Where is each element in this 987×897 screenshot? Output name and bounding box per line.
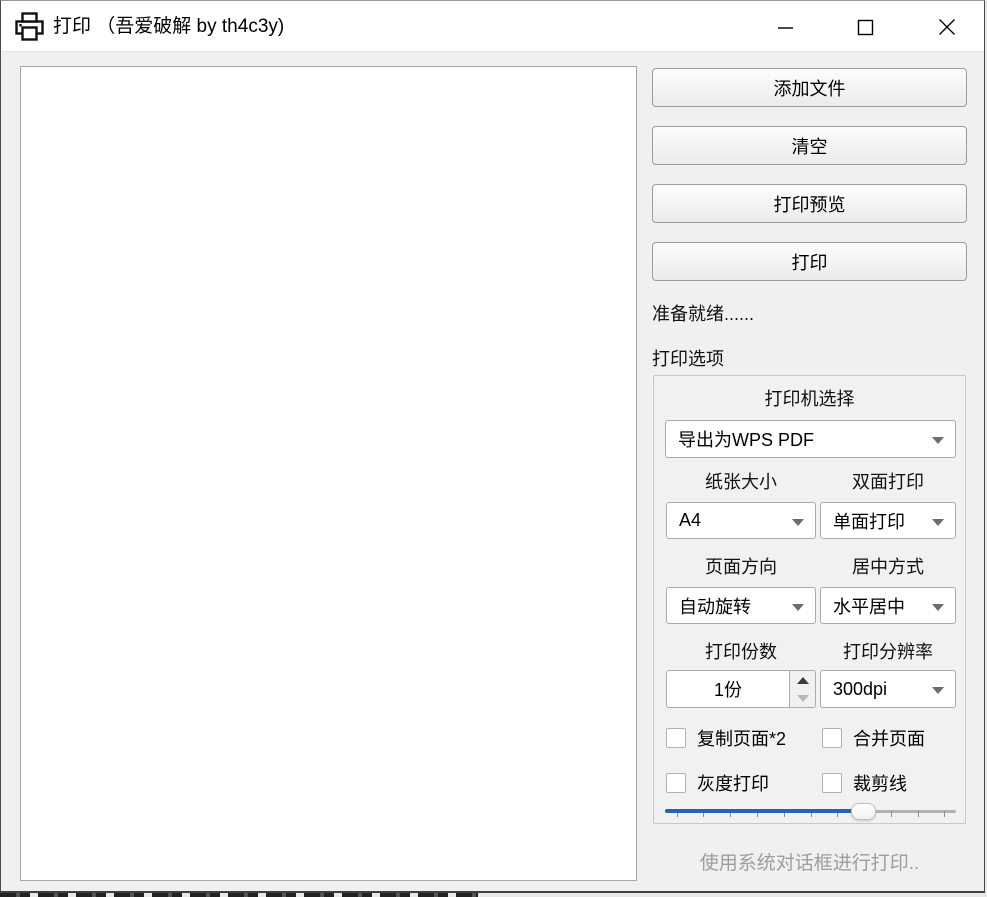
- clear-button[interactable]: 清空: [652, 126, 967, 165]
- chevron-down-icon: [932, 437, 944, 444]
- centering-label: 居中方式: [820, 553, 956, 579]
- print-preview-button[interactable]: 打印预览: [652, 184, 967, 223]
- spinner-buttons: [789, 671, 815, 707]
- checkbox-label: 裁剪线: [853, 770, 907, 796]
- checkbox-box[interactable]: [666, 728, 686, 748]
- orientation-value: 自动旋转: [679, 593, 751, 619]
- checkbox-label: 复制页面*2: [697, 725, 786, 751]
- minimize-icon: [777, 19, 794, 36]
- printer-select-dropdown[interactable]: 导出为WPS PDF: [665, 420, 956, 458]
- printer-select-value: 导出为WPS PDF: [678, 426, 814, 452]
- orientation-label: 页面方向: [666, 553, 816, 579]
- copies-spinner[interactable]: 1份: [666, 670, 816, 708]
- copies-value: 1份: [667, 671, 789, 707]
- window-title: 打印 （吾爱破解 by th4c3y): [53, 1, 284, 52]
- status-text: 准备就绪......: [652, 300, 754, 326]
- copies-label: 打印份数: [666, 638, 816, 664]
- slider-handle[interactable]: [851, 803, 876, 820]
- resolution-dropdown[interactable]: 300dpi: [820, 670, 956, 708]
- scale-slider[interactable]: [665, 802, 956, 822]
- chevron-down-icon: [792, 604, 804, 611]
- checkbox-crop-marks[interactable]: 裁剪线: [822, 770, 907, 796]
- printer-icon: [13, 10, 46, 43]
- maximize-button[interactable]: [848, 11, 882, 43]
- spinner-down-button[interactable]: [790, 689, 815, 707]
- checkbox-merge-pages[interactable]: 合并页面: [822, 725, 925, 751]
- maximize-icon: [857, 19, 874, 36]
- paper-size-value: A4: [679, 510, 701, 531]
- close-icon: [938, 18, 956, 36]
- centering-value: 水平居中: [833, 593, 905, 619]
- occluded-window-fragment: [0, 893, 478, 897]
- orientation-dropdown[interactable]: 自动旋转: [666, 587, 816, 624]
- spinner-up-button[interactable]: [790, 671, 815, 689]
- arrow-up-icon: [797, 677, 809, 684]
- chevron-down-icon: [932, 604, 944, 611]
- checkbox-label: 合并页面: [853, 725, 925, 751]
- system-dialog-link[interactable]: 使用系统对话框进行打印..: [652, 848, 967, 875]
- paper-size-dropdown[interactable]: A4: [666, 502, 816, 539]
- chevron-down-icon: [932, 687, 944, 694]
- checkbox-label: 灰度打印: [697, 770, 769, 796]
- centering-dropdown[interactable]: 水平居中: [820, 587, 956, 624]
- paper-size-label: 纸张大小: [666, 468, 816, 494]
- checkbox-box[interactable]: [666, 773, 686, 793]
- resolution-label: 打印分辨率: [820, 638, 956, 664]
- duplex-label: 双面打印: [820, 468, 956, 494]
- chevron-down-icon: [792, 519, 804, 526]
- checkbox-grayscale[interactable]: 灰度打印: [666, 770, 769, 796]
- checkbox-duplicate-page[interactable]: 复制页面*2: [666, 725, 786, 751]
- print-options-group: 打印机选择 导出为WPS PDF 纸张大小 双面打印 A4 单面打印 页面方向 …: [653, 375, 966, 824]
- print-button[interactable]: 打印: [652, 242, 967, 281]
- duplex-dropdown[interactable]: 单面打印: [820, 502, 956, 539]
- checkbox-box[interactable]: [822, 728, 842, 748]
- chevron-down-icon: [932, 519, 944, 526]
- printer-select-label: 打印机选择: [654, 385, 965, 411]
- resolution-value: 300dpi: [833, 679, 887, 700]
- checkbox-box[interactable]: [822, 773, 842, 793]
- slider-fill: [665, 809, 863, 813]
- close-button[interactable]: [930, 11, 964, 43]
- print-app-window: 打印 （吾爱破解 by th4c3y) 添加文件 清空 打印预览 打印 准备就绪…: [0, 0, 985, 893]
- arrow-down-icon: [797, 695, 809, 702]
- minimize-button[interactable]: [768, 11, 802, 43]
- titlebar: 打印 （吾爱破解 by th4c3y): [1, 1, 984, 52]
- duplex-value: 单面打印: [833, 508, 905, 534]
- print-options-label: 打印选项: [652, 345, 724, 371]
- add-files-button[interactable]: 添加文件: [652, 68, 967, 107]
- file-list[interactable]: [20, 66, 637, 881]
